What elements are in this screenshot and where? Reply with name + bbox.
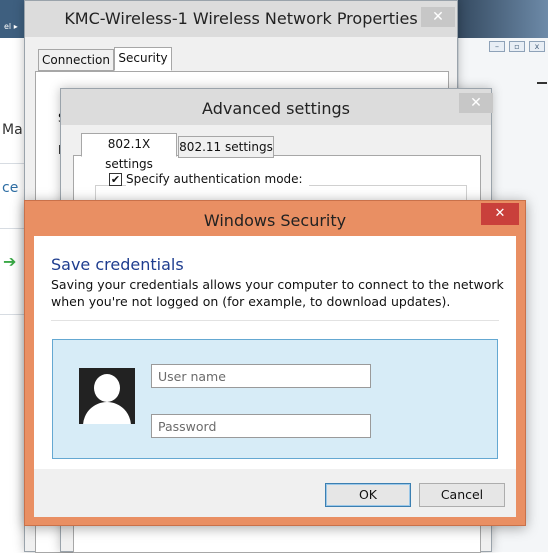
- advanced-settings-title: Advanced settings: [202, 99, 350, 118]
- tab-80211-settings[interactable]: 802.11 settings: [178, 136, 274, 158]
- network-properties-close-button[interactable]: ✕: [421, 7, 455, 27]
- save-credentials-description-line1: Saving your credentials allows your comp…: [51, 277, 504, 292]
- minimize-icon[interactable]: –: [489, 41, 505, 52]
- credential-tile: [52, 339, 498, 459]
- advanced-settings-titlebar[interactable]: Advanced settings ✕: [61, 89, 493, 125]
- minimize-dash: [537, 82, 547, 84]
- user-avatar-icon: [79, 368, 135, 424]
- background-side-text-1: Ma: [2, 122, 23, 138]
- auth-mode-checkbox[interactable]: ✔: [109, 173, 122, 186]
- windows-security-title: Windows Security: [203, 211, 347, 230]
- windows-security-close-button[interactable]: ✕: [481, 203, 519, 225]
- background-side-link[interactable]: ce: [2, 180, 18, 196]
- windows-security-dialog: Windows Security ✕ Save credentials Savi…: [24, 200, 526, 526]
- background-menu-fragment: el ▸: [4, 22, 18, 31]
- network-properties-title: KMC-Wireless-1 Wireless Network Properti…: [64, 9, 418, 28]
- cancel-button[interactable]: Cancel: [419, 483, 505, 507]
- save-credentials-heading: Save credentials: [51, 255, 184, 274]
- tab-connection[interactable]: Connection: [38, 49, 114, 71]
- tab-8021x-settings[interactable]: 802.1X settings: [81, 133, 177, 171]
- description-divider: [51, 320, 499, 321]
- username-input[interactable]: [151, 364, 371, 388]
- maximize-icon[interactable]: ▫: [509, 41, 525, 52]
- save-credentials-description-line2: when you're not logged on (for example, …: [51, 294, 451, 309]
- ok-button[interactable]: OK: [325, 483, 411, 507]
- close-icon[interactable]: x: [529, 41, 545, 52]
- green-arrow-icon: ➔: [3, 252, 17, 271]
- network-properties-titlebar[interactable]: KMC-Wireless-1 Wireless Network Properti…: [25, 1, 457, 37]
- background-tile-right: [452, 0, 548, 38]
- advanced-settings-close-button[interactable]: ✕: [459, 93, 493, 113]
- auth-mode-label: Specify authentication mode:: [126, 172, 309, 186]
- windows-security-footer: OK Cancel: [34, 469, 516, 517]
- password-input[interactable]: [151, 414, 371, 438]
- windows-security-body: Save credentials Saving your credentials…: [34, 236, 516, 469]
- tab-security[interactable]: Security: [114, 47, 172, 71]
